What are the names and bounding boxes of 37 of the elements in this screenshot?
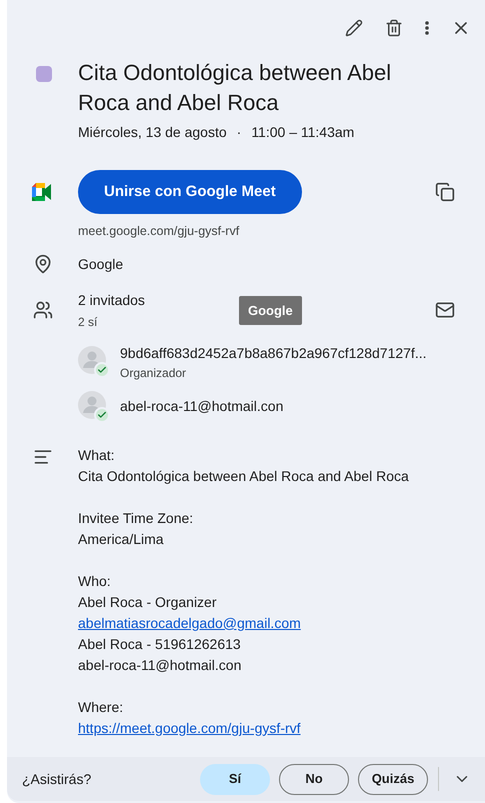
guest-name: abel-roca-11@hotmail.con bbox=[120, 397, 284, 416]
more-vert-icon bbox=[425, 21, 429, 35]
meet-url: meet.google.com/gju-gysf-rvf bbox=[78, 223, 240, 240]
location-text: Google bbox=[78, 254, 124, 274]
description-line: Cita Odontológica between Abel Roca and Abel Roca bbox=[78, 466, 409, 486]
description-line: Where: bbox=[78, 698, 124, 717]
tooltip: Google bbox=[239, 296, 302, 326]
event-title: Cita Odontológica between Abel Roca and Abel Roca bbox=[78, 59, 392, 117]
rsvp-question: ¿Asistirás? bbox=[22, 770, 92, 788]
rsvp-option[interactable]: Quizás bbox=[358, 764, 428, 794]
join-meet-button[interactable]: Unirse con Google Meet bbox=[78, 170, 302, 214]
rsvp-option[interactable]: Sí bbox=[200, 764, 270, 794]
guest-name: 9bd6aff683d2452a7b8a867b2a967cf128d7127f... bbox=[120, 344, 426, 363]
edit-button[interactable] bbox=[345, 19, 363, 37]
guest-count: 2 invitados bbox=[78, 290, 145, 310]
separator-dot: · bbox=[236, 123, 242, 142]
description-link[interactable]: https://meet.google.com/gju-gysf-rvf bbox=[78, 718, 409, 739]
description-line: What: bbox=[78, 446, 116, 465]
description-line: Abel Roca - Organizer bbox=[78, 592, 218, 612]
delete-button[interactable] bbox=[385, 19, 403, 37]
rsvp-option[interactable]: No bbox=[279, 764, 349, 794]
more-options-button[interactable] bbox=[425, 21, 429, 35]
description-link[interactable]: abelmatiasrocadelgado@gmail.com bbox=[78, 612, 409, 634]
guest-role: Organizador bbox=[120, 364, 188, 382]
location-pin-icon bbox=[32, 254, 52, 274]
event-time: 11:00 – 11:43am bbox=[251, 123, 354, 142]
description-line: Who: bbox=[78, 572, 112, 591]
video-camera-icon bbox=[32, 183, 54, 201]
description-line: Abel Roca - 51961262613 bbox=[78, 634, 242, 654]
description-line: Invitee Time Zone: bbox=[78, 508, 194, 528]
email-guests-button[interactable] bbox=[435, 300, 455, 320]
description-line: abel-roca-11@hotmail.con bbox=[78, 656, 242, 675]
event-date: Miércoles, 13 de agosto bbox=[78, 123, 227, 142]
guest-responses: 2 sí bbox=[78, 314, 98, 331]
guests-icon bbox=[32, 300, 52, 320]
copy-button[interactable] bbox=[435, 182, 455, 202]
description-line: America/Lima bbox=[78, 530, 165, 549]
